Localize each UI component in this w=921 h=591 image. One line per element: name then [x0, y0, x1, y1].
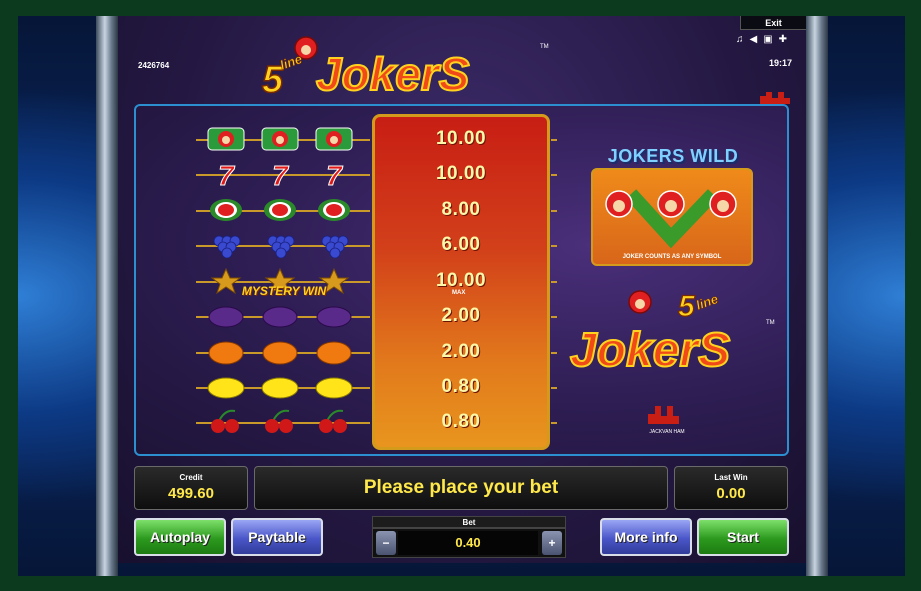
payline-tick [551, 316, 557, 318]
grapes-icon [213, 235, 241, 258]
speaker-icon[interactable]: ◀ [750, 34, 764, 45]
cherry-icon [211, 409, 239, 433]
orange-icon [316, 341, 352, 365]
joker-icon [315, 127, 353, 151]
studio-name: JACKVAN HAM [649, 429, 684, 435]
payout-value: 0.80 [441, 411, 481, 432]
logo-line-word: line [694, 291, 720, 313]
studio-mark-icon [760, 92, 790, 104]
max-label: MAX [452, 290, 466, 296]
music-note-icon[interactable]: ♫ [736, 34, 750, 45]
last-win-label: Last Win [714, 473, 748, 482]
payline-tick [551, 281, 557, 283]
payline-tick [551, 245, 557, 247]
start-button[interactable]: Start [697, 518, 789, 556]
paytable-button[interactable]: Paytable [231, 518, 323, 556]
payout-row: 8.00 [372, 199, 550, 223]
window-icon[interactable]: ▣ [763, 34, 778, 45]
bet-increase-button[interactable]: + [542, 531, 562, 555]
orange-icon [262, 341, 298, 365]
logo-jokers-word: JokerS [316, 48, 470, 100]
payout-row: 2.00 [372, 305, 550, 329]
more-info-button[interactable]: More info [600, 518, 692, 556]
seven-icon: 7 [218, 161, 236, 187]
joker-icon [207, 127, 245, 151]
payout-value: 2.00 [441, 341, 481, 362]
payline-tick [551, 139, 557, 141]
payline-tick [551, 387, 557, 389]
payout-value: 2.00 [441, 305, 481, 326]
credit-value: 499.60 [168, 485, 214, 502]
autoplay-button[interactable]: Autoplay [134, 518, 226, 556]
joker-face-skin [301, 45, 311, 55]
bet-decrease-button[interactable]: − [376, 531, 396, 555]
payout-value: 8.00 [441, 199, 481, 220]
payout-value: 0.80 [441, 376, 481, 397]
joker-face-skin [717, 200, 729, 212]
seven-icon: 7 [272, 161, 290, 187]
last-win-value: 0.00 [716, 485, 746, 502]
joker-face-skin [665, 200, 677, 212]
lemon-icon [207, 377, 245, 399]
payout-value: 6.00 [441, 234, 481, 255]
payout-value: 10.00 [435, 128, 487, 149]
plum-icon [262, 306, 298, 328]
payline-tick [551, 352, 557, 354]
payout-value: 10.00 [435, 270, 487, 291]
studio-mark-icon [648, 406, 679, 424]
cherry-icon [319, 409, 347, 433]
svg-text:7: 7 [272, 161, 289, 187]
joker-face-skin [613, 200, 625, 212]
credit-label: Credit [179, 473, 203, 482]
clock: 19:17 [769, 58, 793, 68]
logo-trademark: TM [540, 44, 549, 50]
logo-five: 5 [678, 290, 696, 323]
fullscreen-icon[interactable]: ✚ [779, 34, 793, 45]
mystery-win-label: MYSTERY WIN [241, 284, 327, 298]
payout-row: 0.80 [372, 411, 550, 435]
game-logo-side: 5 line JokerS TM [569, 289, 775, 378]
top-icon-bar: ♫◀▣✚ [736, 34, 793, 45]
logo-jokers-word: JokerS [570, 324, 730, 377]
game-id: 2426764 [138, 61, 170, 70]
bet-label: Bet [372, 516, 566, 528]
plum-icon [316, 306, 352, 328]
jokers-wild-note: JOKER COUNTS AS ANY SYMBOL [622, 254, 722, 260]
payline-tick [551, 422, 557, 424]
game-logo-top: 5 line JokerS TM [261, 36, 549, 100]
grapes-icon [267, 235, 295, 258]
seven-icon: 7 [326, 161, 344, 187]
payout-row: 10.00 [372, 128, 550, 152]
payout-row: 6.00 [372, 234, 550, 258]
payline-tick [551, 210, 557, 212]
lemon-icon [315, 377, 353, 399]
watermelon-icon [210, 199, 242, 221]
svg-text:7: 7 [218, 161, 235, 187]
joker-icon [261, 127, 299, 151]
svg-text:7: 7 [326, 161, 343, 187]
cherry-icon [265, 409, 293, 433]
right-frame-pillar [806, 16, 828, 576]
payout-row: 10.00 [372, 163, 550, 187]
payout-row: 0.80 [372, 376, 550, 400]
payout-value: 10.00 [435, 163, 487, 184]
plum-icon [208, 306, 244, 328]
exit-button[interactable]: Exit [740, 16, 806, 30]
payline-tick [551, 174, 557, 176]
grapes-icon [321, 235, 349, 258]
left-frame-pillar [96, 16, 118, 576]
watermelon-icon [318, 199, 350, 221]
bet-value: 0.40 [398, 531, 538, 555]
jokers-wild-art [605, 189, 737, 249]
watermelon-icon [264, 199, 296, 221]
status-message: Please place your bet [363, 477, 559, 498]
studio-logo: JACKVAN HAM [648, 406, 685, 435]
logo-trademark: TM [766, 320, 775, 326]
joker-face-skin [635, 299, 645, 309]
lemon-icon [261, 377, 299, 399]
jokers-wild-title: JOKERS WILD [607, 146, 739, 166]
payout-row: 2.00 [372, 341, 550, 365]
orange-icon [208, 341, 244, 365]
